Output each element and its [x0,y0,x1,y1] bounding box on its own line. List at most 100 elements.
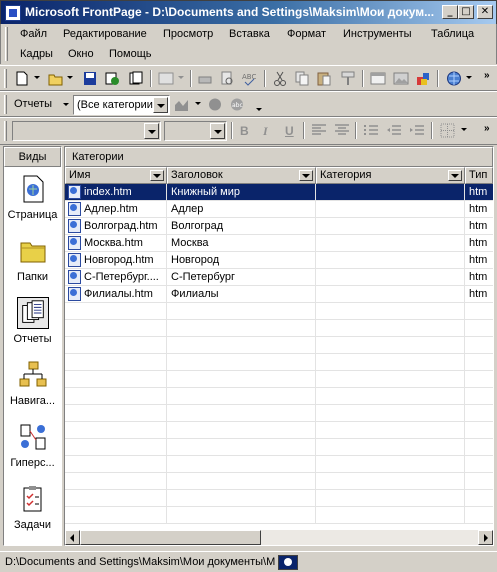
menu-file[interactable]: Файл [20,28,47,40]
reports-toolbar-options-arrow[interactable] [256,108,262,111]
scroll-left-button[interactable] [65,530,80,545]
toolbar-overflow-chevron[interactable]: » [484,123,493,134]
file-name: С-Петербург.... [84,271,159,283]
toolbar-grip[interactable] [4,95,7,114]
paste-icon [317,72,331,86]
horizontal-scrollbar[interactable] [65,530,493,545]
empty-row [65,456,493,473]
toolbar-grip[interactable] [4,121,7,141]
cell-title: Адлер [167,201,316,218]
cell-category [316,218,465,235]
empty-row [65,473,493,490]
view-navigation[interactable]: Навига... [4,355,61,417]
empty-row [65,490,493,507]
minimize-button[interactable]: _ [442,5,458,19]
view-folders[interactable]: Папки [4,231,61,293]
menubar-grip[interactable] [5,27,8,61]
menu-frames[interactable]: Кадры [20,48,53,60]
column-header-title[interactable]: Заголовок [167,167,316,184]
html-file-icon [68,185,81,199]
table-row[interactable]: index.htm Книжный мир htm [65,184,493,201]
menu-bar: Файл Редактирование Просмотр Вставка Фор… [0,24,497,64]
column-header-type-label: Тип [469,169,488,181]
cell-category [316,235,465,252]
menu-tools[interactable]: Инструменты [343,28,412,40]
menu-edit[interactable]: Редактирование [63,28,147,40]
cell-type: htm [469,186,488,198]
reports-menu-label[interactable]: Отчеты [14,98,52,110]
print-preview-icon [221,71,233,85]
report-category-value: (Все категории) [77,99,157,111]
filter-dropdown-icon[interactable] [299,170,313,181]
new-page-icon[interactable] [14,71,30,86]
frontpage-app-icon[interactable] [5,5,21,21]
hyperlinks-view-icon [20,424,46,450]
italic-button: I [263,124,268,138]
title-bar: Microsoft FrontPage - D:\Documents and S… [0,0,497,24]
empty-row [65,422,493,439]
cell-name: С-Петербург.... [65,269,167,286]
view-page[interactable]: Страница [4,169,61,231]
table-row[interactable]: Филиалы.htm Филиалы htm [65,286,493,303]
cell-title: Москва [167,235,316,252]
views-header: Виды [4,147,61,167]
page-view-icon [23,175,44,203]
view-hyperlinks[interactable]: Гиперс... [4,417,61,479]
navigation-view-icon [19,361,47,387]
table-row[interactable]: Новгород.htm Новгород htm [65,252,493,269]
menu-table[interactable]: Таблица [431,28,474,40]
column-header-name[interactable]: Имя [65,167,167,184]
insert-component-icon[interactable] [415,71,431,86]
window-title: Microsoft FrontPage - D:\Documents and S… [25,5,435,19]
chevron-down-icon[interactable] [153,97,168,113]
column-header-type[interactable]: Тип [465,167,493,184]
svg-text:abc: abc [232,102,243,109]
new-dropdown-arrow[interactable] [34,76,40,79]
menu-insert[interactable]: Вставка [229,28,270,40]
menu-help[interactable]: Помощь [109,48,152,60]
save-icon[interactable] [82,71,98,86]
align-center-icon [335,124,349,135]
empty-row [65,388,493,405]
scroll-thumb[interactable] [80,530,261,545]
reports-dropdown-arrow[interactable] [63,103,69,106]
arrow-left-icon [70,534,74,542]
maximize-button[interactable]: □ [458,5,474,19]
empty-row [65,320,493,337]
table-row[interactable]: С-Петербург.... С-Петербург htm [65,269,493,286]
cell-title: Новгород [167,252,316,269]
cell-title: Волгоград [167,218,316,235]
open-dropdown-arrow[interactable] [67,76,73,79]
menu-format[interactable]: Формат [287,28,326,40]
globe-dropdown-arrow[interactable] [466,76,472,79]
cell-type: htm [469,203,488,215]
view-tasks[interactable]: Задачи [4,479,61,541]
table-row[interactable]: Волгоград.htm Волгоград htm [65,218,493,235]
menu-window[interactable]: Окно [68,48,94,60]
html-file-icon [68,287,81,301]
view-reports[interactable]: Отчеты [4,293,61,355]
toolbar-grip[interactable] [4,69,7,88]
cell-title: С-Петербург [167,269,316,286]
web-globe-icon[interactable] [446,71,462,86]
column-header-category-label: Категория [320,169,372,181]
standard-toolbar: ABC » [0,65,497,91]
cell-type: htm [469,220,488,232]
empty-row [65,371,493,388]
insert-table-disabled-icon [158,72,174,85]
close-button[interactable]: ✕ [477,5,493,19]
borders-dropdown-arrow [461,128,467,131]
table-row[interactable]: Москва.htm Москва htm [65,235,493,252]
filter-dropdown-icon[interactable] [150,170,164,181]
publish-web-icon[interactable] [104,71,120,86]
table-row[interactable]: Адлер.htm Адлер htm [65,201,493,218]
menu-view[interactable]: Просмотр [163,28,213,40]
toolbar-overflow-chevron[interactable]: » [484,70,493,81]
toolbar-separator [150,70,152,87]
filter-dropdown-icon[interactable] [448,170,462,181]
scroll-right-button[interactable] [478,530,493,545]
folder-list-icon[interactable] [128,71,144,86]
open-folder-icon[interactable] [48,71,64,86]
report-category-select[interactable]: (Все категории) [73,95,170,115]
column-header-category[interactable]: Категория [316,167,465,184]
